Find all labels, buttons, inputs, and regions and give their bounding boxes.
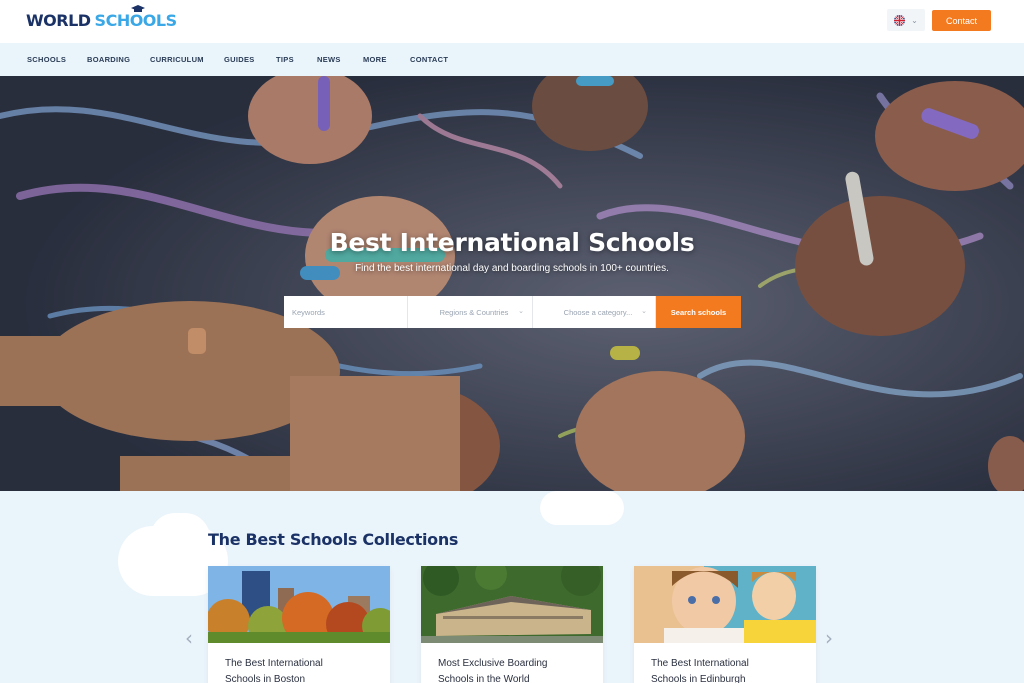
chevron-right-icon[interactable]: › bbox=[825, 626, 833, 650]
chevron-down-icon: ⌄ bbox=[641, 308, 647, 315]
logo-word-schools-text: SCHOOLS bbox=[94, 11, 178, 30]
nav-item-curriculum[interactable]: CURRICULUM bbox=[150, 55, 204, 64]
nav-item-contact[interactable]: CONTACT bbox=[410, 55, 448, 64]
card-text-boston: The Best International Schools in Boston bbox=[225, 656, 375, 683]
collections-title: The Best Schools Collections bbox=[208, 530, 459, 549]
collection-card-edinburgh[interactable]: The Best International Schools in Edinbu… bbox=[634, 566, 816, 683]
nav-item-more[interactable]: MORE bbox=[363, 55, 387, 64]
language-selector[interactable]: ⌄ bbox=[887, 9, 925, 31]
card-image-edinburgh bbox=[634, 566, 816, 643]
card-title-line: The Best International bbox=[225, 658, 323, 669]
keywords-field bbox=[284, 296, 408, 328]
region-select-label: Regions & Countries bbox=[439, 307, 509, 317]
card-text-boarding: Most Exclusive Boarding Schools in the W… bbox=[438, 656, 588, 683]
logo-word-world: WORLD bbox=[26, 11, 91, 30]
hero-section: Best International Schools Find the best… bbox=[0, 76, 1024, 491]
category-select[interactable]: Choose a category... ⌄ bbox=[533, 296, 656, 328]
collections-section: The Best Schools Collections ‹ › The Bes… bbox=[0, 491, 1024, 683]
school-search-bar: Regions & Countries ⌄ Choose a category.… bbox=[284, 296, 741, 328]
keywords-input[interactable] bbox=[292, 307, 402, 317]
card-title-line: The Best International bbox=[651, 658, 749, 669]
logo[interactable]: WORLD SCHOOLS bbox=[26, 5, 178, 33]
card-title-line: Schools in the World bbox=[438, 674, 530, 683]
site-header: WORLD SCHOOLS ⌄ Contact bbox=[0, 0, 1024, 43]
main-nav: SCHOOLS BOARDING CURRICULUM GUIDES TIPS … bbox=[0, 43, 1024, 76]
chevron-left-icon[interactable]: ‹ bbox=[185, 626, 193, 650]
graduation-cap-icon bbox=[130, 5, 145, 12]
chevron-down-icon: ⌄ bbox=[911, 15, 918, 25]
card-title-line: Schools in Edinburgh bbox=[651, 674, 746, 683]
gb-flag-icon bbox=[894, 14, 906, 26]
region-select[interactable]: Regions & Countries ⌄ bbox=[408, 296, 533, 328]
card-text-edinburgh: The Best International Schools in Edinbu… bbox=[651, 656, 801, 683]
contact-button[interactable]: Contact bbox=[932, 10, 991, 31]
card-title-line: Most Exclusive Boarding bbox=[438, 658, 548, 669]
decorative-cloud bbox=[150, 513, 210, 563]
nav-item-schools[interactable]: SCHOOLS bbox=[27, 55, 66, 64]
collection-card-boston[interactable]: The Best International Schools in Boston bbox=[208, 566, 390, 683]
nav-item-boarding[interactable]: BOARDING bbox=[87, 55, 130, 64]
collection-card-boarding[interactable]: Most Exclusive Boarding Schools in the W… bbox=[421, 566, 603, 683]
nav-item-guides[interactable]: GUIDES bbox=[224, 55, 255, 64]
category-select-label: Choose a category... bbox=[563, 307, 633, 317]
nav-item-news[interactable]: NEWS bbox=[317, 55, 341, 64]
hero-background-image bbox=[0, 76, 1024, 491]
hero-title: Best International Schools bbox=[329, 228, 695, 257]
card-image-boarding bbox=[421, 566, 603, 643]
logo-word-schools: SCHOOLS bbox=[94, 5, 178, 30]
chevron-down-icon: ⌄ bbox=[518, 308, 524, 315]
decorative-cloud bbox=[540, 491, 624, 525]
card-title-line: Schools in Boston bbox=[225, 674, 306, 683]
card-image-boston bbox=[208, 566, 390, 643]
nav-item-tips[interactable]: TIPS bbox=[276, 55, 294, 64]
search-schools-button[interactable]: Search schools bbox=[656, 296, 741, 328]
hero-subtitle: Find the best international day and boar… bbox=[355, 263, 669, 274]
